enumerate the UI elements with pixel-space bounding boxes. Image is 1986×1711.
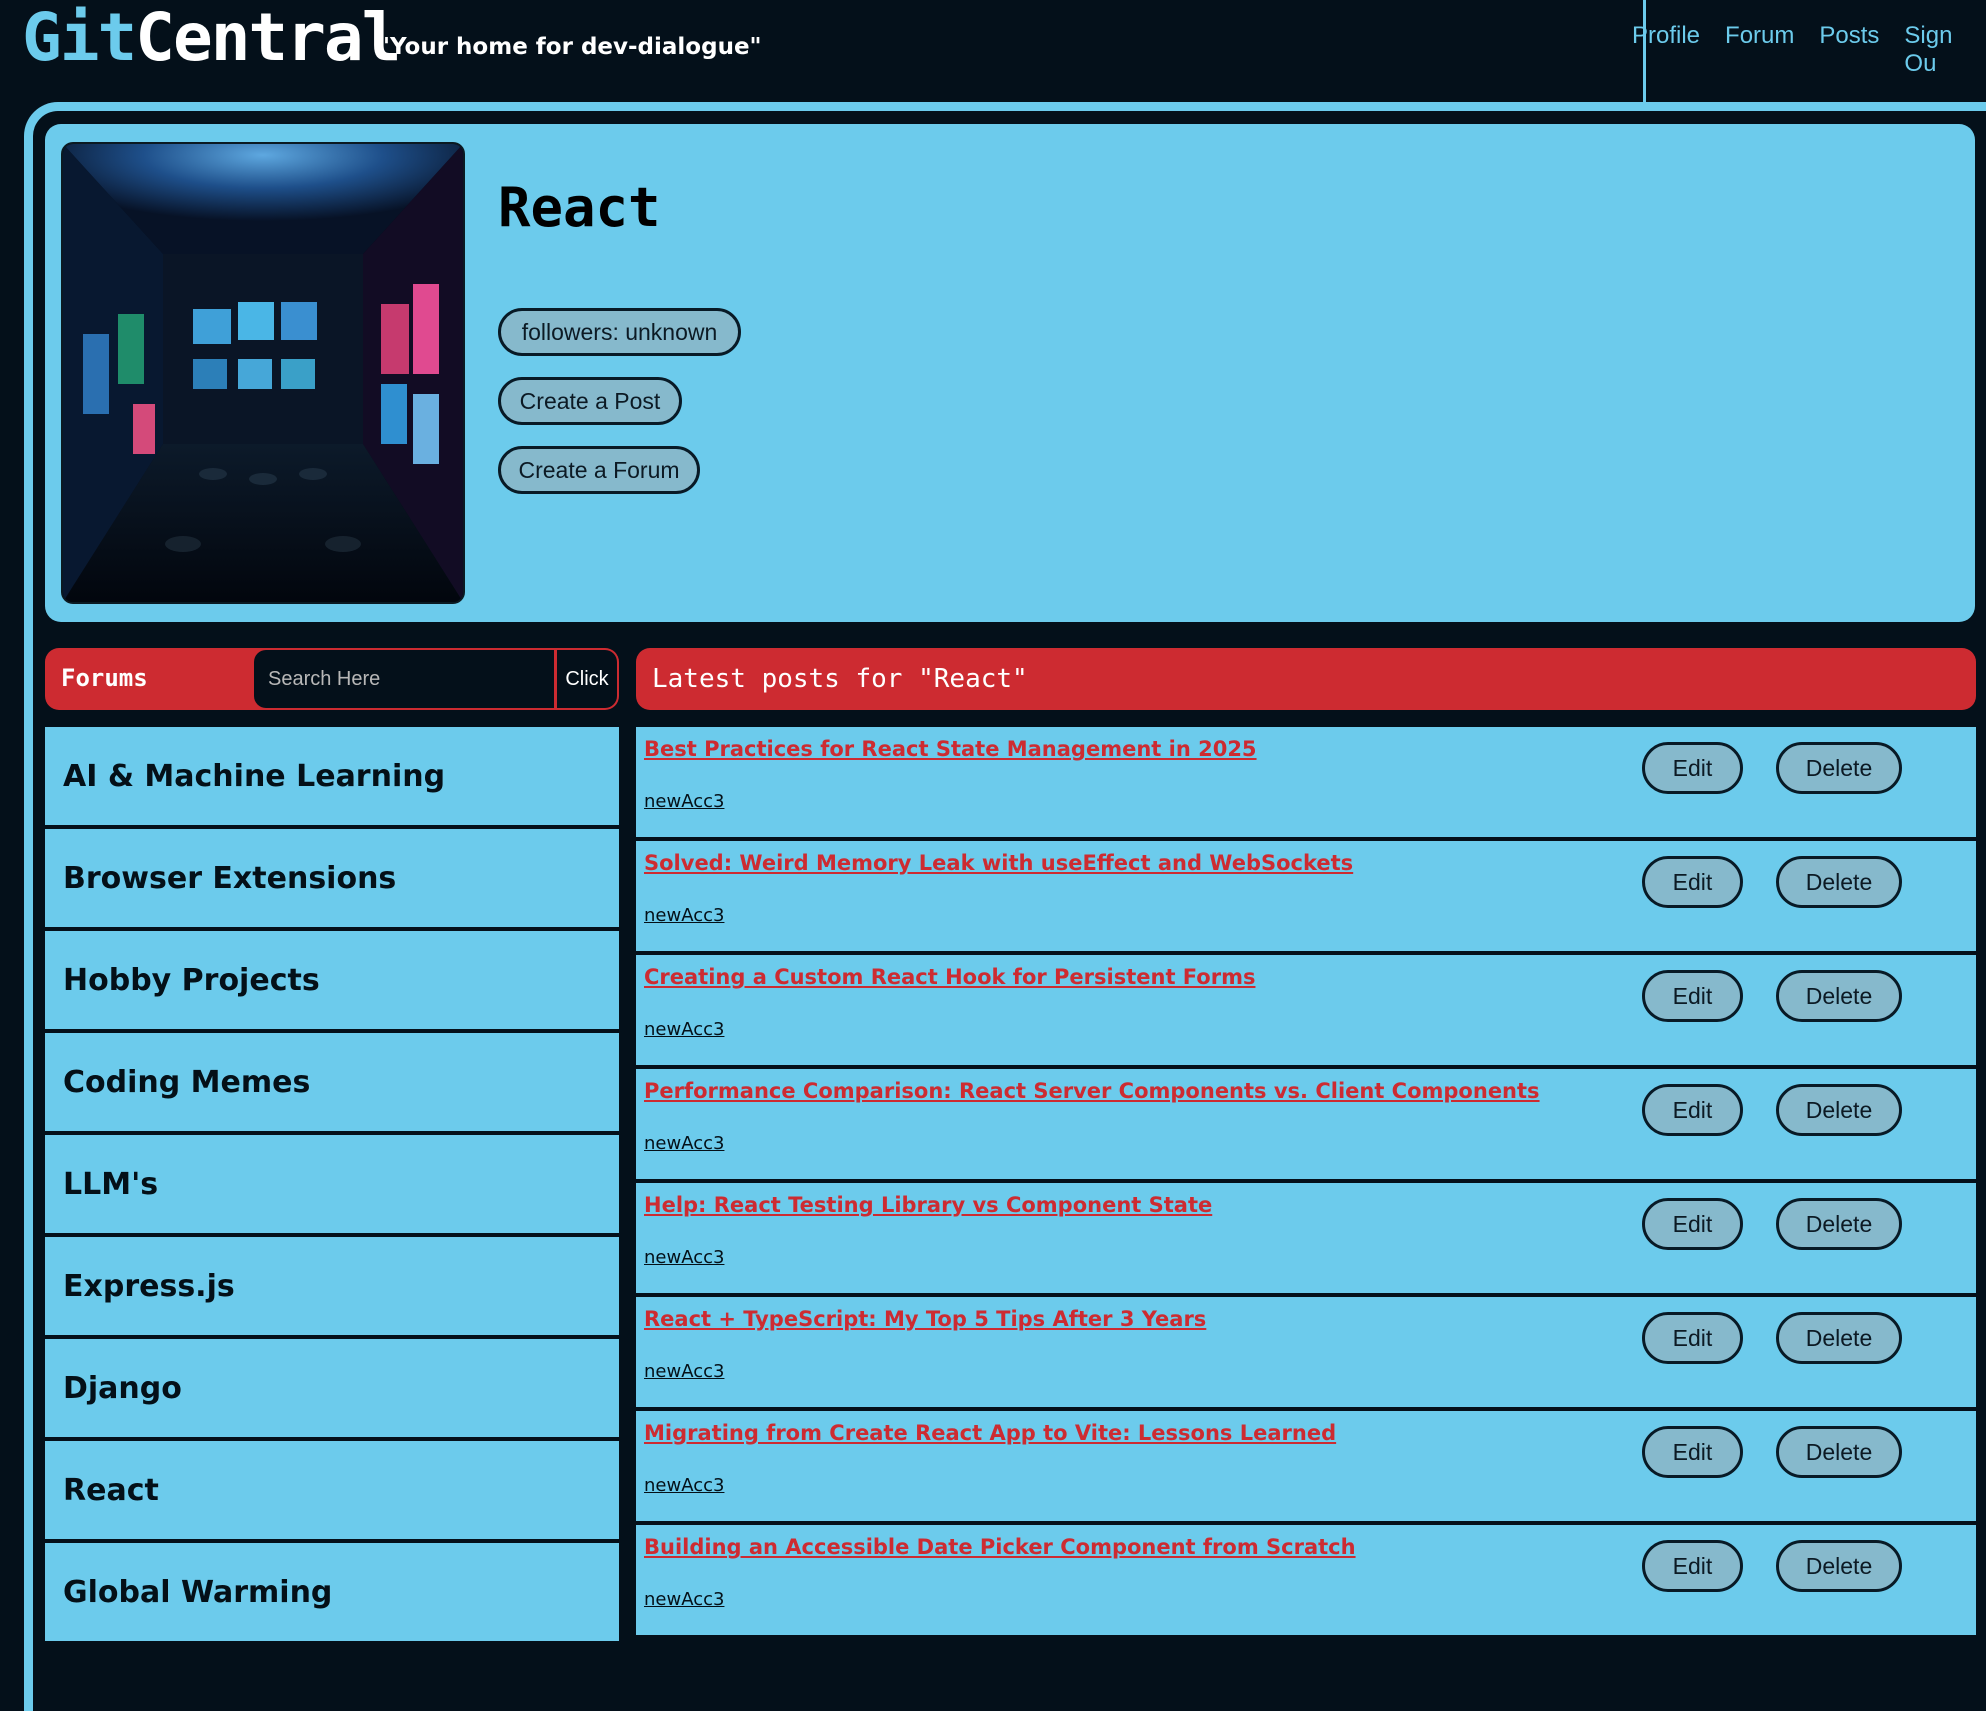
delete-post-button[interactable]: Delete (1776, 1540, 1902, 1592)
forum-item-global-warming[interactable]: Global Warming (45, 1543, 619, 1645)
post-row: React + TypeScript: My Top 5 Tips After … (636, 1297, 1976, 1411)
edit-post-button[interactable]: Edit (1642, 1084, 1743, 1136)
delete-post-button[interactable]: Delete (1776, 1426, 1902, 1478)
post-author-link[interactable]: newAcc3 (644, 1019, 724, 1040)
edit-post-button[interactable]: Edit (1642, 970, 1743, 1022)
post-row: Building an Accessible Date Picker Compo… (636, 1525, 1976, 1639)
forum-item-hobby-projects[interactable]: Hobby Projects (45, 931, 619, 1033)
forum-item-ai-machine-learning[interactable]: AI & Machine Learning (45, 727, 619, 829)
post-title-link[interactable]: Performance Comparison: React Server Com… (644, 1079, 1540, 1103)
forum-item-label: Django (63, 1370, 182, 1406)
post-title-link[interactable]: Solved: Weird Memory Leak with useEffect… (644, 851, 1353, 875)
logo-central: Central (135, 0, 401, 76)
post-row: Help: React Testing Library vs Component… (636, 1183, 1976, 1297)
top-header: GitCentral "Your home for dev-dialogue" … (0, 0, 1986, 102)
post-title-link[interactable]: Migrating from Create React App to Vite:… (644, 1421, 1336, 1445)
nav-sign-out[interactable]: Sign Ou (1904, 22, 1986, 78)
forum-item-coding-memes[interactable]: Coding Memes (45, 1033, 619, 1135)
post-title-link[interactable]: Best Practices for React State Managemen… (644, 737, 1257, 761)
nav-posts[interactable]: Posts (1819, 22, 1879, 78)
site-logo[interactable]: GitCentral (22, 0, 401, 76)
post-row: Migrating from Create React App to Vite:… (636, 1411, 1976, 1525)
post-row: Solved: Weird Memory Leak with useEffect… (636, 841, 1976, 955)
forum-item-llms[interactable]: LLM's (45, 1135, 619, 1237)
forum-item-express-js[interactable]: Express.js (45, 1237, 619, 1339)
delete-post-button[interactable]: Delete (1776, 742, 1902, 794)
followers-badge: followers: unknown (498, 308, 741, 356)
forum-item-label: React (63, 1472, 159, 1508)
forum-item-browser-extensions[interactable]: Browser Extensions (45, 829, 619, 931)
top-nav: Profile Forum Posts Sign Ou (1632, 22, 1986, 78)
post-row: Performance Comparison: React Server Com… (636, 1069, 1976, 1183)
post-row: Creating a Custom React Hook for Persist… (636, 955, 1976, 1069)
post-author-link[interactable]: newAcc3 (644, 1133, 724, 1154)
posts-header-label: Latest posts for "React" (652, 664, 1028, 694)
forum-item-label: AI & Machine Learning (63, 758, 446, 794)
post-author-link[interactable]: newAcc3 (644, 1247, 724, 1268)
forum-item-react[interactable]: React (45, 1441, 619, 1543)
post-title-link[interactable]: Building an Accessible Date Picker Compo… (644, 1535, 1356, 1559)
create-forum-button[interactable]: Create a Forum (498, 446, 700, 494)
forum-cover-image (61, 142, 465, 604)
forum-item-label: Hobby Projects (63, 962, 320, 998)
forum-search-button[interactable]: Click (557, 650, 617, 708)
edit-post-button[interactable]: Edit (1642, 856, 1743, 908)
delete-post-button[interactable]: Delete (1776, 1198, 1902, 1250)
forums-label: Forums (61, 664, 148, 692)
post-row: Best Practices for React State Managemen… (636, 727, 1976, 841)
delete-post-button[interactable]: Delete (1776, 856, 1902, 908)
post-author-link[interactable]: newAcc3 (644, 1589, 724, 1610)
post-title-link[interactable]: Help: React Testing Library vs Component… (644, 1193, 1212, 1217)
forums-header: Forums Click (45, 648, 619, 710)
delete-post-button[interactable]: Delete (1776, 1312, 1902, 1364)
nav-forum[interactable]: Forum (1725, 22, 1794, 78)
forum-item-label: Browser Extensions (63, 860, 397, 896)
nav-profile[interactable]: Profile (1632, 22, 1700, 78)
forum-item-label: Express.js (63, 1268, 235, 1304)
post-title-link[interactable]: React + TypeScript: My Top 5 Tips After … (644, 1307, 1206, 1331)
post-author-link[interactable]: newAcc3 (644, 1361, 724, 1382)
forum-item-label: Global Warming (63, 1574, 333, 1610)
forum-profile-panel: React followers: unknown Create a Post C… (45, 124, 1975, 622)
edit-post-button[interactable]: Edit (1642, 1540, 1743, 1592)
posts-header: Latest posts for "React" (636, 648, 1976, 710)
site-tagline: "Your home for dev-dialogue" (378, 34, 762, 60)
delete-post-button[interactable]: Delete (1776, 970, 1902, 1022)
edit-post-button[interactable]: Edit (1642, 1198, 1743, 1250)
post-author-link[interactable]: newAcc3 (644, 791, 724, 812)
post-author-link[interactable]: newAcc3 (644, 905, 724, 926)
forum-item-label: LLM's (63, 1166, 159, 1202)
post-list: Best Practices for React State Managemen… (636, 727, 1976, 1639)
forum-search-input[interactable] (254, 650, 554, 708)
delete-post-button[interactable]: Delete (1776, 1084, 1902, 1136)
edit-post-button[interactable]: Edit (1642, 1312, 1743, 1364)
post-title-link[interactable]: Creating a Custom React Hook for Persist… (644, 965, 1255, 989)
logo-git: Git (22, 0, 137, 76)
post-author-link[interactable]: newAcc3 (644, 1475, 724, 1496)
arcade-room-illustration (63, 144, 463, 602)
forum-item-label: Coding Memes (63, 1064, 311, 1100)
edit-post-button[interactable]: Edit (1642, 1426, 1743, 1478)
edit-post-button[interactable]: Edit (1642, 742, 1743, 794)
forum-item-django[interactable]: Django (45, 1339, 619, 1441)
create-post-button[interactable]: Create a Post (498, 377, 682, 425)
forum-list: AI & Machine Learning Browser Extensions… (45, 727, 619, 1645)
forum-title: React (498, 176, 661, 239)
